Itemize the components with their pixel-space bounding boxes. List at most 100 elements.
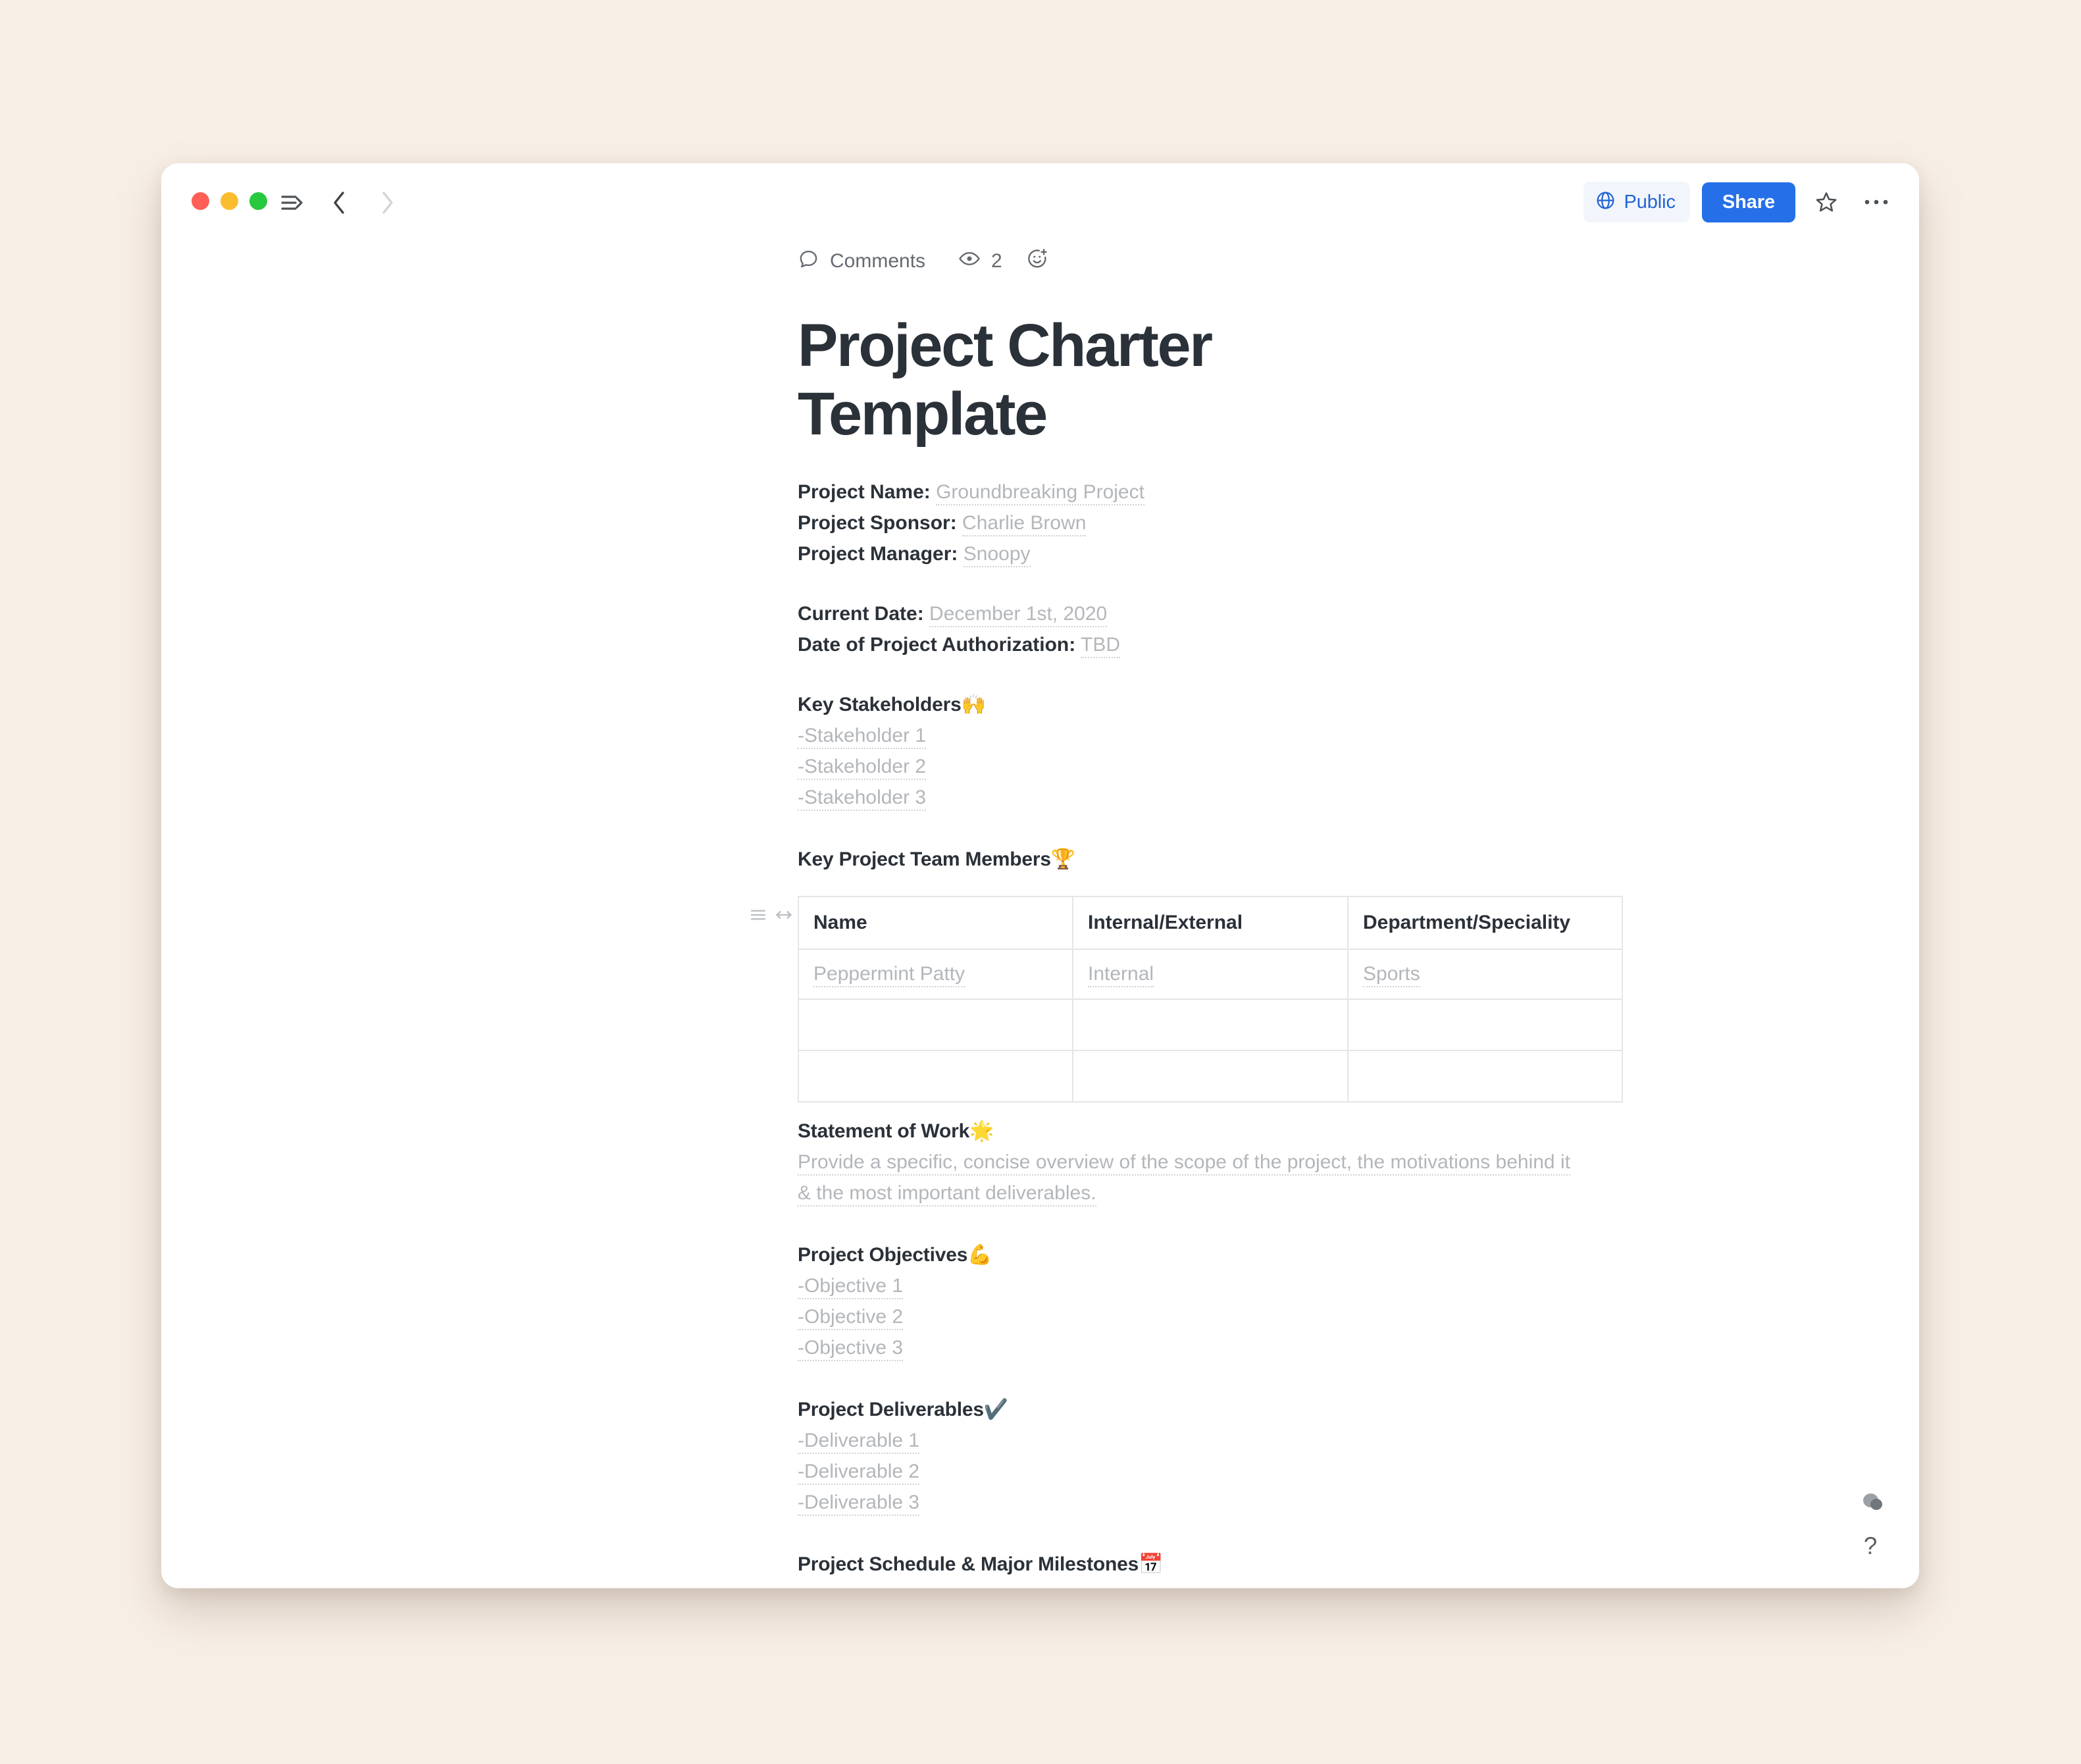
list-item: -Objective 2 [798,1301,1919,1332]
trophy-emoji: 🏆 [1050,847,1075,871]
table-row: Peppermint Patty Internal Sports [798,948,1623,1000]
maximize-button[interactable] [249,192,267,210]
flexed-biceps-emoji: 💪 [967,1243,992,1266]
field-authorization-date: Date of Project Authorization: TBD [798,629,1919,660]
table-handles [748,905,794,928]
field-value[interactable]: Snoopy [963,542,1031,567]
stakeholder-list: -Stakeholder 1 -Stakeholder 2 -Stakehold… [798,720,1919,813]
section-project-objectives: Project Objectives💪 [798,1239,1919,1270]
table-cell[interactable]: Sports [1347,948,1623,1000]
statement-of-work-body: Provide a specific, concise overview of … [798,1147,1587,1208]
column-header-department-speciality: Department/Speciality [1347,895,1623,950]
list-item: -Objective 3 [798,1332,1919,1363]
field-label: Project Manager: [798,542,958,565]
document-meta-bar: Comments 2 [798,247,1919,275]
list-item: -Deliverable 1 [798,1425,1919,1456]
drag-handle-icon[interactable] [748,905,768,928]
add-reaction-icon [1026,247,1048,275]
section-project-schedule: Project Schedule & Major Milestones📅 [798,1549,1919,1580]
field-label: Project Sponsor: [798,511,957,534]
section-heading-text: Key Project Team Members [798,848,1051,870]
view-count-value: 2 [991,250,1002,272]
list-item: -Stakeholder 2 [798,751,1919,782]
sidebar-toggle-icon[interactable] [278,188,307,217]
section-heading-text: Statement of Work [798,1120,970,1142]
add-reaction-button[interactable] [1026,247,1048,275]
document-body: Comments 2 Project Charter Template Proj… [161,236,1919,1588]
deliverable-list: -Deliverable 1 -Deliverable 2 -Deliverab… [798,1425,1919,1518]
page-title: Project Charter Template [798,312,1213,448]
field-project-manager: Project Manager: Snoopy [798,538,1919,569]
table-cell[interactable] [1072,998,1349,1051]
star-icon[interactable] [1807,183,1845,221]
list-item: -Stakeholder 1 [798,720,1919,751]
table-row [798,998,1623,1051]
table-header-row: Name Internal/External Department/Specia… [798,895,1623,950]
titlebar-actions: Public Share [1583,182,1896,222]
horizontal-resize-icon[interactable] [774,905,794,928]
minimize-button[interactable] [220,192,238,210]
window-controls [192,192,267,210]
table-cell[interactable]: Peppermint Patty [798,948,1073,1000]
title-bar: Public Share [161,163,1919,236]
section-heading-text: Project Objectives [798,1243,968,1266]
back-icon[interactable] [325,188,354,217]
field-current-date: Current Date: December 1st, 2020 [798,598,1919,629]
table-cell[interactable] [1072,1049,1349,1102]
project-fields: Project Name: Groundbreaking Project Pro… [798,477,1919,569]
field-value[interactable]: TBD [1081,633,1121,658]
table-row [798,1049,1623,1102]
help-button[interactable]: ? [1856,1532,1885,1561]
field-project-name: Project Name: Groundbreaking Project [798,477,1919,507]
comment-bubble-icon [798,248,819,275]
field-value[interactable]: Charlie Brown [962,511,1087,536]
glowing-star-emoji: 🌟 [969,1119,994,1143]
forward-icon[interactable] [373,188,401,217]
section-heading-text: Project Deliverables [798,1398,984,1420]
share-button[interactable]: Share [1701,182,1795,222]
check-mark-emoji: ✔️ [983,1397,1008,1421]
app-window: Public Share Comments 2 Project Charter … [161,163,1919,1588]
eye-icon [958,247,981,275]
project-dates: Current Date: December 1st, 2020 Date of… [798,598,1919,660]
field-value[interactable]: December 1st, 2020 [929,602,1108,627]
table-cell[interactable] [798,998,1073,1051]
field-label: Current Date: [798,602,924,625]
team-table: Name Internal/External Department/Specia… [798,895,1623,1102]
comments-label: Comments [830,250,926,272]
view-count[interactable]: 2 [958,247,1002,275]
list-item: -Deliverable 2 [798,1456,1919,1487]
section-heading-text: Key Stakeholders [798,693,962,715]
more-options-icon[interactable] [1857,183,1895,221]
column-header-name: Name [798,895,1073,950]
nav-controls [278,188,401,217]
list-item: -Deliverable 3 [798,1487,1919,1518]
section-statement-of-work: Statement of Work🌟 [798,1116,1919,1147]
list-item: -Stakeholder 3 [798,782,1919,813]
close-button[interactable] [192,192,209,210]
section-key-stakeholders: Key Stakeholders🙌 [798,689,1919,720]
table-cell[interactable] [1347,1049,1623,1102]
calendar-emoji: 📅 [1139,1552,1164,1576]
team-table-wrapper: Name Internal/External Department/Specia… [750,895,1623,1102]
column-header-internal-external: Internal/External [1072,895,1349,950]
table-cell[interactable] [798,1049,1073,1102]
field-label: Date of Project Authorization: [798,633,1076,656]
section-heading-text: Project Schedule & Major Milestones [798,1553,1139,1575]
comments-button[interactable]: Comments [798,248,925,275]
raising-hands-emoji: 🙌 [961,692,986,716]
section-key-project-team-members: Key Project Team Members🏆 [798,844,1919,875]
section-project-deliverables: Project Deliverables✔️ [798,1394,1919,1425]
field-project-sponsor: Project Sponsor: Charlie Brown [798,507,1919,538]
table-cell[interactable]: Internal [1072,948,1349,1000]
statement-of-work-text[interactable]: Provide a specific, concise overview of … [798,1151,1570,1206]
cursor-blob-icon [1863,1493,1883,1511]
field-label: Project Name: [798,480,931,503]
objective-list: -Objective 1 -Objective 2 -Objective 3 [798,1270,1919,1363]
list-item: -Objective 1 [798,1270,1919,1301]
field-value[interactable]: Groundbreaking Project [936,480,1144,506]
visibility-public-button[interactable]: Public [1583,182,1690,222]
globe-icon [1595,190,1616,214]
visibility-label: Public [1624,191,1676,213]
table-cell[interactable] [1347,998,1623,1051]
